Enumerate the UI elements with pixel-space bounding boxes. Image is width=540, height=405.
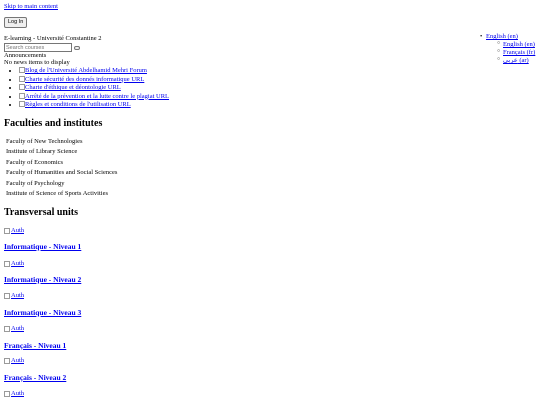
- unit-link-info-1[interactable]: Informatique - Niveau 1: [4, 242, 81, 251]
- list-item: Arrêté de la prévention et la lutte cont…: [19, 92, 169, 102]
- link-ethics-charter[interactable]: Charte d'éthique et déontologie URL: [25, 84, 121, 91]
- unit-link-fr-2[interactable]: Français - Niveau 2: [4, 373, 66, 382]
- language-option: Français (fr): [497, 49, 535, 57]
- link-blog[interactable]: Blog de l'Université Abdelhamid Mehri Fo…: [25, 67, 147, 74]
- skip-to-main-link[interactable]: Skip to main content: [4, 3, 58, 11]
- language-menu-item: English (en) English (en) Français (fr) …: [480, 33, 535, 65]
- faculties-list: Faculty of New Technologies Institute of…: [6, 138, 117, 200]
- broken-image-icon: [4, 261, 10, 268]
- unit-image-alt[interactable]: Auth: [11, 390, 24, 398]
- list-item: Règles et conditions de l'utilisation UR…: [19, 101, 169, 110]
- broken-image-icon: [4, 391, 10, 398]
- unit-link-info-3[interactable]: Informatique - Niveau 3: [4, 308, 81, 317]
- faculty-item[interactable]: Institute of Library Science: [6, 148, 117, 158]
- language-option-ar[interactable]: عربي (ar): [503, 57, 529, 64]
- footer-links-list: Blog de l'Université Abdelhamid Mehri Fo…: [12, 67, 169, 110]
- language-options: English (en) Français (fr) عربي (ar): [486, 41, 535, 65]
- broken-image-icon: [4, 293, 10, 300]
- link-terms-of-use[interactable]: Règles et conditions de l'utilisation UR…: [25, 101, 131, 108]
- list-item: Charte sécurité des donnés informatique …: [19, 75, 169, 85]
- faculty-item[interactable]: Institute of Science of Sports Activitie…: [6, 190, 117, 200]
- unit-image[interactable]: Auth: [4, 390, 24, 398]
- site-title: E-learning - Université Constantine 2: [4, 35, 102, 42]
- search-button[interactable]: [74, 45, 80, 50]
- unit-image[interactable]: Auth: [4, 260, 24, 268]
- unit-link-info-2[interactable]: Informatique - Niveau 2: [4, 275, 81, 284]
- language-option: English (en): [497, 41, 535, 49]
- faculty-item[interactable]: Faculty of Psychology: [6, 180, 117, 190]
- broken-image-icon: [4, 358, 10, 365]
- broken-image-icon: [4, 228, 10, 235]
- faculty-item[interactable]: Faculty of Economics: [6, 159, 117, 169]
- unit-image-alt[interactable]: Auth: [11, 357, 24, 365]
- unit-image[interactable]: Auth: [4, 357, 24, 365]
- unit-image[interactable]: Auth: [4, 292, 24, 300]
- link-plagiarism-decree[interactable]: Arrêté de la prévention et la lutte cont…: [25, 93, 169, 100]
- transversal-units-heading: Transversal units: [4, 207, 78, 218]
- unit-link-fr-1[interactable]: Français - Niveau 1: [4, 341, 66, 350]
- login-button[interactable]: Log In: [4, 17, 28, 28]
- announcements-empty-text: No news items to display: [4, 59, 70, 66]
- unit-image-alt[interactable]: Auth: [11, 292, 24, 300]
- search-form: [4, 43, 80, 52]
- unit-image-alt[interactable]: Auth: [11, 260, 24, 268]
- faculty-item[interactable]: Faculty of Humanities and Social Science…: [6, 169, 117, 179]
- language-option: عربي (ar): [497, 57, 535, 65]
- language-current-link[interactable]: English (en): [486, 33, 518, 40]
- language-option-fr[interactable]: Français (fr): [503, 49, 535, 56]
- list-item: Charte d'éthique et déontologie URL: [19, 84, 169, 93]
- faculties-heading: Faculties and institutes: [4, 118, 103, 129]
- unit-image[interactable]: Auth: [4, 325, 24, 333]
- search-input[interactable]: [4, 43, 72, 52]
- faculty-item[interactable]: Faculty of New Technologies: [6, 138, 117, 148]
- broken-image-icon: [4, 326, 10, 333]
- link-security-charter[interactable]: Charte sécurité des donnés informatique …: [25, 76, 144, 83]
- unit-image-alt[interactable]: Auth: [11, 325, 24, 333]
- language-menu: English (en) English (en) Français (fr) …: [480, 33, 535, 65]
- unit-image-alt[interactable]: Auth: [11, 227, 24, 235]
- language-option-en[interactable]: English (en): [503, 41, 535, 48]
- unit-image[interactable]: Auth: [4, 227, 24, 235]
- list-item: Blog de l'Université Abdelhamid Mehri Fo…: [19, 67, 169, 76]
